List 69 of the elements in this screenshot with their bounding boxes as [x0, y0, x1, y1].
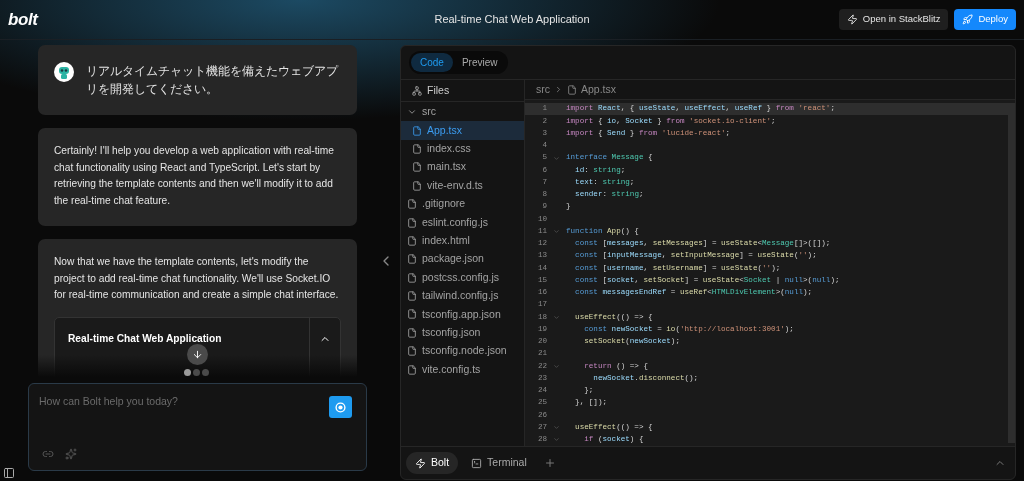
- fold-icon[interactable]: [553, 424, 560, 432]
- file-icon: [407, 327, 417, 338]
- artifact-title: Real-time Chat Web Application: [68, 331, 222, 346]
- fold-icon[interactable]: [553, 228, 560, 236]
- file-row[interactable]: main.tsx: [401, 158, 524, 177]
- file-icon: [567, 84, 577, 95]
- artifact-card[interactable]: Real-time Chat Web Application: [54, 316, 341, 377]
- file-icon: [412, 143, 422, 154]
- files-heading: Files: [427, 82, 450, 98]
- file-icon: [407, 199, 417, 210]
- file-row[interactable]: tsconfig.app.json: [401, 305, 524, 324]
- message-text: Certainly! I'll help you develop a web application with real-time chat functionality using React and TypeScript. Let's start by retrieving the template contents and then we'll modify it to add the real-time chat feature.: [54, 144, 335, 208]
- file-row[interactable]: .gitignore: [401, 194, 524, 214]
- file-icon: [407, 309, 417, 320]
- breadcrumb-item[interactable]: App.tsx: [581, 81, 617, 98]
- attach-icon[interactable]: [42, 448, 54, 460]
- lightning-icon: [846, 14, 858, 25]
- file-row[interactable]: postcss.config.js: [401, 268, 524, 287]
- window-title: Real-time Chat Web Application: [434, 12, 590, 28]
- file-row[interactable]: tsconfig.node.json: [401, 342, 524, 361]
- message-text: Now that we have the template contents, let's modify the project to add real-time chat functionality. We'll use Socket.IO for real-time communication and create a simple chat interface.: [54, 255, 340, 302]
- breadcrumb-item[interactable]: src: [536, 81, 550, 98]
- chevron-right-icon: [554, 85, 563, 94]
- file-icon: [407, 272, 417, 283]
- sidebar-toggle-icon[interactable]: [3, 467, 15, 479]
- terminal-icon: [471, 457, 483, 469]
- robot-avatar-icon: [54, 62, 74, 82]
- file-row[interactable]: vite-env.d.ts: [401, 176, 524, 195]
- panel-tab[interactable]: Terminal: [462, 452, 536, 474]
- stackblitz-button[interactable]: Open in StackBlitz: [838, 9, 949, 30]
- file-row[interactable]: tailwind.config.js: [401, 286, 524, 306]
- file-icon: [407, 217, 417, 228]
- add-icon[interactable]: [543, 457, 556, 469]
- view-tab[interactable]: Preview: [452, 53, 507, 72]
- fold-icon[interactable]: [553, 313, 560, 321]
- file-row[interactable]: vite.config.ts: [401, 360, 524, 379]
- file-row[interactable]: package.json: [401, 250, 524, 269]
- arrow-down-icon: [192, 349, 203, 360]
- logo[interactable]: bolt: [8, 6, 188, 33]
- code-editor[interactable]: [525, 100, 1015, 446]
- prompt-field[interactable]: How can Bolt help you today?: [39, 394, 319, 410]
- file-icon: [407, 235, 417, 246]
- file-icon: [407, 291, 417, 302]
- deploy-button[interactable]: Deploy: [954, 9, 1016, 30]
- fold-icon[interactable]: [553, 436, 560, 444]
- file-row[interactable]: App.tsx: [401, 121, 524, 140]
- send-button[interactable]: [329, 396, 352, 418]
- rocket-icon: [962, 14, 974, 25]
- panel-tab[interactable]: Bolt: [406, 452, 459, 474]
- fold-icon[interactable]: [553, 362, 560, 370]
- fold-icon[interactable]: [553, 154, 560, 162]
- lightning-icon: [415, 457, 426, 469]
- file-icon: [407, 346, 417, 357]
- file-row[interactable]: tsconfig.json: [401, 323, 524, 343]
- file-icon: [412, 162, 422, 173]
- file-row[interactable]: index.html: [401, 231, 524, 251]
- file-icon: [412, 180, 422, 191]
- file-tree-icon: [412, 85, 422, 96]
- file-icon: [407, 364, 417, 375]
- file-row[interactable]: eslint.config.js: [401, 213, 524, 232]
- prompt-box[interactable]: How can Bolt help you today?: [28, 383, 367, 471]
- message-text: リアルタイムチャット機能を備えたウェブアプリを開発してください。: [86, 63, 340, 98]
- record-icon: [335, 401, 346, 413]
- view-tab[interactable]: Code: [411, 53, 453, 72]
- sparkle-icon[interactable]: [65, 448, 77, 460]
- folder-row[interactable]: src: [401, 103, 524, 122]
- file-icon: [407, 254, 417, 265]
- file-icon: [412, 125, 422, 136]
- file-row[interactable]: index.css: [401, 139, 524, 159]
